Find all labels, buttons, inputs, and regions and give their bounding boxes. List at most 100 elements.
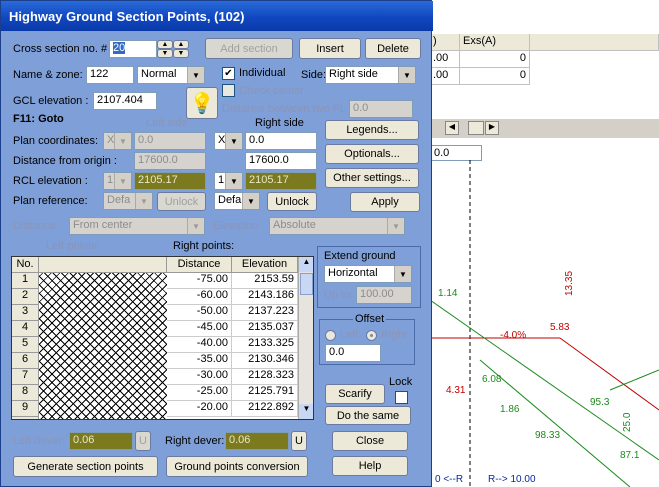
chevron-down-icon: ▼ bbox=[225, 173, 242, 189]
ground-points-conversion-button[interactable]: Ground points conversion bbox=[166, 456, 308, 477]
insert-button[interactable]: Insert bbox=[299, 38, 361, 59]
zone-select[interactable]: Normal ▼ bbox=[137, 66, 205, 84]
right-coord-input[interactable]: 0.0 bbox=[245, 132, 317, 150]
distance-cell[interactable]: -20.00 bbox=[167, 401, 232, 417]
cross-section-input[interactable]: 20 bbox=[109, 40, 157, 58]
elevation-cell[interactable]: 2143.186 bbox=[232, 289, 298, 305]
scroll-right-icon[interactable]: ▶ bbox=[485, 121, 499, 135]
offset-right-radio[interactable] bbox=[366, 330, 377, 341]
close-button[interactable]: Close bbox=[332, 431, 408, 451]
individual-checkbox[interactable]: ✔ bbox=[222, 67, 235, 80]
drawing-label: -4.0% bbox=[500, 330, 526, 341]
bg-cell: 0 bbox=[460, 51, 530, 68]
elevation-cell[interactable]: 2133.325 bbox=[232, 337, 298, 353]
slope-line bbox=[559, 337, 659, 411]
gcl-elevation-input[interactable]: 2107.404 bbox=[93, 92, 157, 110]
dialog-title[interactable]: Highway Ground Section Points, (102) bbox=[1, 1, 433, 31]
disabled-left-points-area bbox=[39, 273, 167, 419]
delete-button[interactable]: Delete bbox=[365, 38, 421, 59]
left-coord-select[interactable]: X ▼ bbox=[103, 132, 132, 150]
distance-cell[interactable]: -35.00 bbox=[167, 353, 232, 369]
help-button[interactable]: Help bbox=[332, 456, 408, 476]
scroll-thumb[interactable] bbox=[468, 121, 484, 135]
scroll-thumb[interactable] bbox=[300, 273, 313, 295]
left-coord-input[interactable]: 0.0 bbox=[134, 132, 206, 150]
distance-between-input[interactable]: 0.0 bbox=[349, 100, 413, 118]
elevation-cell[interactable]: 2125.791 bbox=[232, 385, 298, 401]
row-number: 8 bbox=[12, 385, 39, 401]
side-select[interactable]: Right side ▼ bbox=[325, 66, 416, 84]
distance-cell[interactable]: -60.00 bbox=[167, 289, 232, 305]
check-center-checkbox[interactable] bbox=[222, 84, 235, 97]
right-distance-input[interactable]: 17600.0 bbox=[245, 152, 317, 170]
elevation-cell[interactable]: 2137.223 bbox=[232, 305, 298, 321]
scarify-button[interactable]: Scarify bbox=[325, 384, 385, 404]
distance-cell[interactable]: -50.00 bbox=[167, 305, 232, 321]
left-unlock-button[interactable]: Unlock bbox=[157, 192, 206, 211]
left-dever-u-button[interactable]: U bbox=[135, 431, 151, 451]
lightbulb-icon[interactable]: 💡 bbox=[186, 87, 218, 119]
points-table[interactable]: No. Distance Elevation 1 -75.00 2153.59 2 -6… bbox=[11, 256, 314, 420]
spin-up-icon[interactable]: ▲ bbox=[173, 40, 189, 49]
right-points-label: Right points: bbox=[173, 240, 235, 252]
gcl-elevation-label: GCL elevation : bbox=[13, 95, 89, 107]
up-to-input[interactable]: 100.00 bbox=[356, 286, 412, 304]
scroll-left-icon[interactable]: ◀ bbox=[445, 121, 459, 135]
elevation-cell[interactable]: 2130.346 bbox=[232, 353, 298, 369]
right-dever-u-button[interactable]: U bbox=[291, 431, 307, 451]
generate-section-points-button[interactable]: Generate section points bbox=[13, 456, 158, 477]
elevation-cell[interactable]: 2153.59 bbox=[232, 273, 298, 289]
apply-button[interactable]: Apply bbox=[350, 192, 420, 212]
extend-ground-select[interactable]: Horizontal ▼ bbox=[324, 265, 412, 283]
spin-down-icon[interactable]: ▼ bbox=[157, 49, 173, 58]
optionals-button[interactable]: Optionals... bbox=[325, 144, 419, 164]
bg-cell: .00 bbox=[430, 68, 460, 85]
scroll-down-icon[interactable]: ▼ bbox=[299, 404, 313, 419]
check-center-label: Check center bbox=[239, 85, 304, 97]
row-number: 2 bbox=[12, 289, 39, 305]
other-settings-button[interactable]: Other settings... bbox=[325, 168, 419, 188]
left-rcl-select[interactable]: 1 ▼ bbox=[103, 172, 132, 190]
right-dever-input[interactable]: 0.06 bbox=[225, 432, 289, 450]
elevation-cell[interactable]: 2128.323 bbox=[232, 369, 298, 385]
right-rcl-input[interactable]: 2105.17 bbox=[245, 172, 317, 190]
lock-checkbox[interactable] bbox=[395, 391, 408, 404]
distance-cell[interactable]: -30.00 bbox=[167, 369, 232, 385]
background-scrollbar[interactable]: ◀ ▶ bbox=[430, 118, 659, 138]
left-reference-select[interactable]: Defa ▼ bbox=[103, 192, 153, 210]
elevation-mode-select[interactable]: Absolute ▼ bbox=[269, 217, 405, 235]
spin-up-icon[interactable]: ▲ bbox=[157, 40, 173, 49]
spin-down-icon[interactable]: ▼ bbox=[173, 49, 189, 58]
bg-cell: .00 bbox=[430, 51, 460, 68]
row-number: 9 bbox=[12, 401, 39, 417]
do-the-same-button[interactable]: Do the same bbox=[325, 406, 411, 425]
legends-button[interactable]: Legends... bbox=[325, 120, 419, 140]
right-reference-select[interactable]: Defa ▼ bbox=[214, 192, 260, 210]
row-number: 5 bbox=[12, 337, 39, 353]
distance-cell[interactable]: -75.00 bbox=[167, 273, 232, 289]
elevation-cell[interactable]: 2122.892 bbox=[232, 401, 298, 417]
left-distance-input[interactable]: 17600.0 bbox=[134, 152, 206, 170]
drawing-label: 95.3 bbox=[590, 397, 610, 408]
left-rcl-input[interactable]: 2105.17 bbox=[134, 172, 206, 190]
offset-input[interactable]: 0.0 bbox=[325, 344, 381, 362]
elevation-cell[interactable]: 2135.037 bbox=[232, 321, 298, 337]
name-input[interactable]: 122 bbox=[86, 66, 134, 84]
bg-input-field[interactable]: 0.0 bbox=[430, 145, 482, 161]
distance-mode-select[interactable]: From center ▼ bbox=[69, 217, 205, 235]
table-scrollbar[interactable]: ▲ ▼ bbox=[298, 257, 313, 419]
offset-left-label: Left bbox=[340, 329, 359, 341]
section-points-dialog: Highway Ground Section Points, (102) Cro… bbox=[0, 0, 433, 487]
right-unlock-button[interactable]: Unlock bbox=[267, 192, 317, 211]
add-section-button[interactable]: Add section bbox=[205, 38, 293, 59]
right-rcl-select[interactable]: 1 ▼ bbox=[214, 172, 243, 190]
row-number: 7 bbox=[12, 369, 39, 385]
distance-cell[interactable]: -45.00 bbox=[167, 321, 232, 337]
chevron-down-icon: ▼ bbox=[242, 193, 259, 209]
scroll-up-icon[interactable]: ▲ bbox=[299, 257, 313, 272]
distance-cell[interactable]: -25.00 bbox=[167, 385, 232, 401]
left-dever-input[interactable]: 0.06 bbox=[69, 432, 133, 450]
right-coord-select[interactable]: X ▼ bbox=[214, 132, 243, 150]
distance-cell[interactable]: -40.00 bbox=[167, 337, 232, 353]
offset-left-radio[interactable] bbox=[325, 330, 336, 341]
